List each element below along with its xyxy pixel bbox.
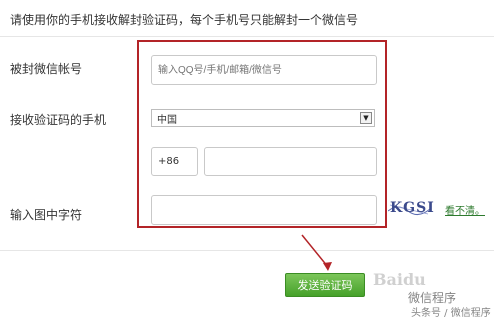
refresh-captcha-link[interactable]: 看不清。	[445, 202, 485, 217]
send-code-button[interactable]: 发送验证码	[285, 273, 365, 297]
country-select[interactable]: 中国 ▼	[151, 109, 375, 127]
account-input[interactable]	[151, 55, 377, 85]
chevron-down-icon[interactable]: ▼	[360, 112, 372, 124]
captcha-field[interactable]	[151, 195, 377, 225]
phone-label: 接收验证码的手机	[10, 113, 107, 127]
country-select-value: 中国	[157, 114, 177, 126]
country-code-value: +86	[158, 156, 180, 167]
account-label: 被封微信帐号	[10, 62, 83, 76]
captcha-label: 输入图中字符	[10, 208, 83, 222]
captcha-image[interactable]: KGSI	[388, 199, 435, 219]
baidu-watermark: Baidu	[373, 270, 426, 289]
phone-field[interactable]	[204, 147, 377, 176]
country-code-field[interactable]: +86	[151, 147, 198, 176]
arrow-icon	[301, 234, 332, 271]
divider	[0, 250, 494, 251]
divider	[0, 36, 494, 37]
captcha-image-text: KGSI	[390, 200, 435, 216]
page-title: 请使用你的手机接收解封验证码，每个手机号只能解封一个微信号	[10, 13, 359, 27]
watermark-line2: 头条号 / 微信程序	[411, 308, 491, 319]
